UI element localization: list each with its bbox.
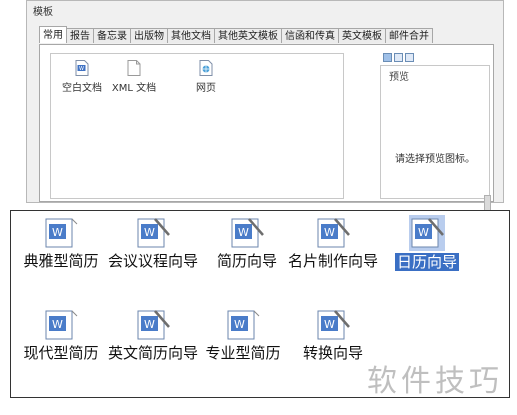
dialog-title: 模板 (33, 7, 53, 18)
word-template-icon: W (227, 310, 260, 340)
template-label: 名片制作向导 (287, 252, 378, 270)
preview-label: 预览 (387, 68, 411, 83)
word-wizard-icon: W (317, 218, 350, 248)
tab-memos[interactable]: 备忘录 (93, 28, 131, 43)
template-modern-resume[interactable]: W 现代型简历 (13, 307, 109, 361)
tab-panel-common: W 空白文档 XML 文档 网页 预览 请选择预览图标。 (39, 44, 494, 211)
list-view-button[interactable] (394, 53, 403, 62)
svg-text:W: W (324, 226, 335, 239)
preview-box: 预览 请选择预览图标。 (380, 65, 490, 199)
template-calendar-wizard[interactable]: W 日历向导 (379, 215, 475, 271)
template-label: 专业型简历 (205, 344, 281, 362)
svg-text:W: W (324, 318, 335, 331)
large-icons-view-button[interactable] (383, 53, 392, 62)
template-conversion-wizard[interactable]: W 转换向导 (285, 307, 381, 361)
tab-mail-merge[interactable]: 邮件合并 (385, 28, 433, 43)
tab-reports[interactable]: 报告 (66, 28, 94, 43)
template-label: 日历向导 (394, 253, 459, 271)
word-wizard-icon: W (409, 215, 445, 251)
svg-text:W: W (144, 226, 155, 239)
word-wizard-icon: W (137, 218, 170, 248)
word-doc-icon: W (75, 60, 89, 76)
xml-doc-icon (127, 60, 141, 76)
word-wizard-icon: W (317, 310, 350, 340)
template-elegant-resume[interactable]: W 典雅型简历 (13, 215, 109, 269)
svg-text:W: W (52, 318, 63, 331)
file-item-blank-document[interactable]: W 空白文档 (57, 60, 107, 94)
svg-text:W: W (418, 226, 429, 239)
svg-text:W: W (144, 318, 155, 331)
svg-text:W: W (234, 318, 245, 331)
web-page-icon (199, 60, 213, 76)
word-template-icon: W (45, 310, 78, 340)
watermark-text: 软件技巧 (367, 364, 503, 399)
tab-other-documents[interactable]: 其他文档 (167, 28, 215, 43)
word-wizard-icon: W (137, 310, 170, 340)
tab-english-templates[interactable]: 英文模板 (338, 28, 386, 43)
svg-text:W: W (238, 226, 249, 239)
template-professional-resume[interactable]: W 专业型简历 (195, 307, 291, 361)
template-english-resume-wizard[interactable]: W 英文简历向导 (105, 307, 201, 361)
tab-letters-faxes[interactable]: 信函和传真 (281, 28, 339, 43)
templates-dialog: 模板 常用 报告 备忘录 出版物 其他文档 其他英文模板 信函和传真 英文模板 … (26, 0, 504, 211)
template-label: 现代型简历 (23, 344, 99, 362)
template-meeting-agenda-wizard[interactable]: W 会议议程向导 (105, 215, 201, 269)
scrollbar[interactable] (484, 195, 491, 211)
preview-message: 请选择预览图标。 (395, 154, 475, 165)
template-label: 会议议程向导 (107, 252, 198, 270)
word-wizard-icon: W (231, 218, 264, 248)
file-item-label: 网页 (196, 83, 216, 94)
tab-bar: 常用 报告 备忘录 出版物 其他文档 其他英文模板 信函和传真 英文模板 邮件合… (39, 26, 433, 44)
template-label: 英文简历向导 (107, 344, 198, 362)
view-toggle (383, 53, 414, 62)
file-item-label: 空白文档 (62, 83, 102, 94)
template-label: 典雅型简历 (23, 252, 99, 270)
file-list: W 空白文档 XML 文档 网页 (50, 53, 344, 199)
details-view-button[interactable] (405, 53, 414, 62)
tab-other-english-templates[interactable]: 其他英文模板 (214, 28, 282, 43)
file-item-web-page[interactable]: 网页 (181, 60, 231, 94)
template-resume-wizard[interactable]: W 简历向导 (199, 215, 295, 269)
tab-publications[interactable]: 出版物 (130, 28, 168, 43)
template-label: 简历向导 (216, 252, 277, 270)
word-template-icon: W (45, 218, 78, 248)
template-business-card-wizard[interactable]: W 名片制作向导 (285, 215, 381, 269)
svg-text:W: W (79, 66, 84, 72)
file-item-xml-document[interactable]: XML 文档 (109, 60, 159, 94)
file-item-label: XML 文档 (111, 83, 157, 94)
svg-text:W: W (52, 226, 63, 239)
tab-common[interactable]: 常用 (39, 26, 67, 43)
